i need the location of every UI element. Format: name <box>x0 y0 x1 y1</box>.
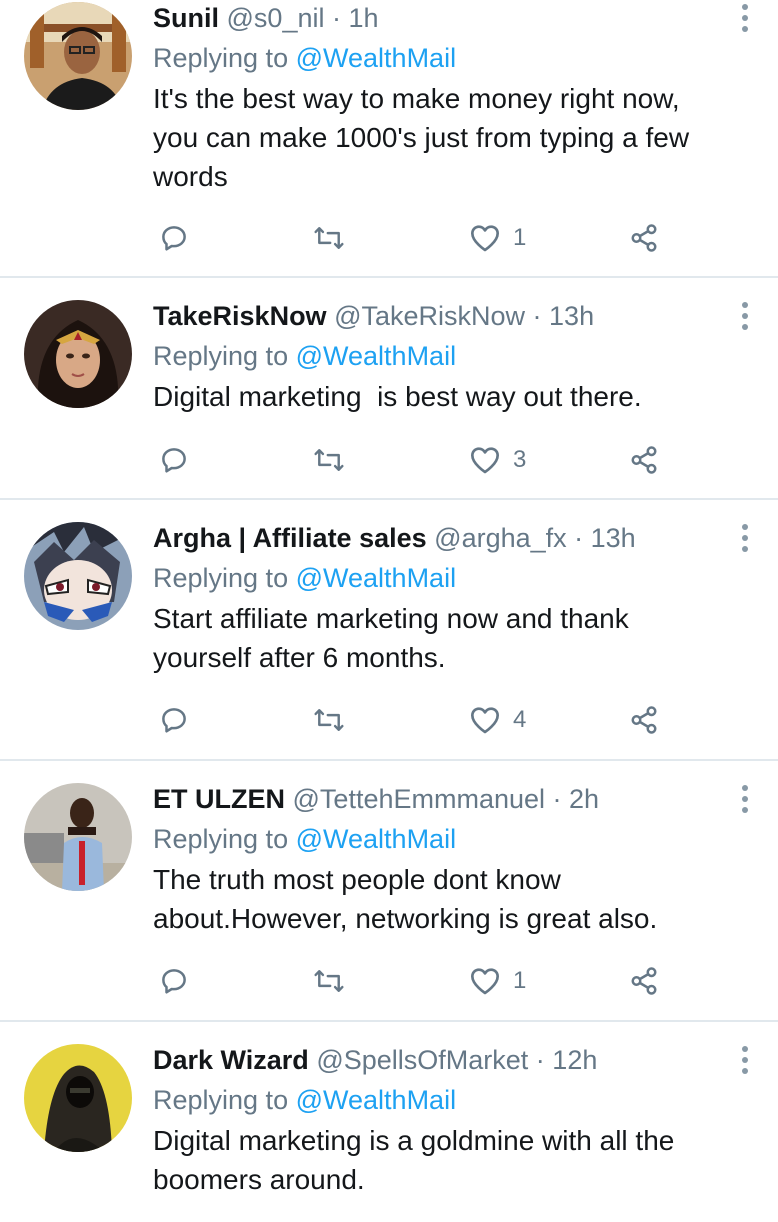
reply-icon <box>162 969 186 994</box>
like-button[interactable]: 1 <box>469 218 526 258</box>
tweet-card[interactable]: ET ULZEN @TettehEmmmanuel · 2h Replying … <box>0 761 778 1022</box>
reply-button[interactable] <box>159 700 189 740</box>
replying-to: Replying to @WealthMail <box>153 824 457 854</box>
avatar[interactable] <box>24 300 132 408</box>
reply-button[interactable] <box>159 440 189 480</box>
tweet-card[interactable]: Argha | Affiliate sales @argha_fx · 13h … <box>0 500 778 761</box>
mention-link[interactable]: @WealthMail <box>296 341 456 371</box>
timestamp[interactable]: 2h <box>569 784 599 814</box>
more-vertical-icon[interactable] <box>740 4 750 34</box>
like-button[interactable]: 4 <box>469 700 526 740</box>
retweet-icon <box>314 970 344 992</box>
reply-feed: Sunil @s0_nil · 1h Replying to @WealthMa… <box>0 0 778 1200</box>
share-icon <box>631 967 657 995</box>
replying-to: Replying to @WealthMail <box>153 341 457 371</box>
retweet-icon <box>314 227 344 249</box>
avatar[interactable] <box>24 1044 132 1152</box>
avatar[interactable] <box>24 522 132 630</box>
retweet-button[interactable] <box>312 700 346 740</box>
avatar-photo-icon <box>24 300 132 408</box>
display-name[interactable]: TakeRiskNow <box>153 301 327 331</box>
action-bar: 4 <box>153 700 713 740</box>
avatar-photo-icon <box>24 522 132 630</box>
like-count: 4 <box>513 706 527 733</box>
reply-icon <box>162 226 186 251</box>
tweet-header: ET ULZEN @TettehEmmmanuel · 2h <box>153 784 600 814</box>
tweet-header: TakeRiskNow @TakeRiskNow · 13h <box>153 301 595 331</box>
reply-icon <box>162 448 186 473</box>
mention-link[interactable]: @WealthMail <box>296 43 456 73</box>
tweet-text: Digital marketing is a goldmine with all… <box>153 1125 675 1195</box>
share-icon <box>631 706 657 734</box>
share-button[interactable] <box>628 700 660 740</box>
replying-to: Replying to @WealthMail <box>153 1085 457 1115</box>
action-bar: 1 <box>153 218 713 258</box>
replying-to: Replying to @WealthMail <box>153 563 457 593</box>
mention-link[interactable]: @WealthMail <box>296 824 456 854</box>
avatar[interactable] <box>24 2 132 110</box>
display-name[interactable]: ET ULZEN <box>153 784 285 814</box>
heart-icon <box>471 225 499 252</box>
handle[interactable]: @SpellsOfMarket <box>316 1045 528 1075</box>
share-button[interactable] <box>628 961 660 1001</box>
reply-button[interactable] <box>159 218 189 258</box>
action-bar: 1 <box>153 961 713 1001</box>
retweet-icon <box>314 709 344 731</box>
like-button[interactable]: 3 <box>469 440 526 480</box>
more-vertical-icon[interactable] <box>740 302 750 332</box>
more-vertical-icon[interactable] <box>740 524 750 554</box>
heart-icon <box>471 447 499 474</box>
tweet-text: It's the best way to make money right no… <box>153 83 690 192</box>
tweet-text: Digital marketing is best way out there. <box>153 381 642 412</box>
like-count: 1 <box>513 224 527 251</box>
tweet-header: Argha | Affiliate sales @argha_fx · 13h <box>153 523 636 553</box>
retweet-button[interactable] <box>312 218 346 258</box>
mention-link[interactable]: @WealthMail <box>296 563 456 593</box>
heart-icon <box>471 968 499 995</box>
share-icon <box>631 224 657 252</box>
retweet-button[interactable] <box>312 440 346 480</box>
handle[interactable]: @TakeRiskNow <box>334 301 525 331</box>
avatar-photo-icon <box>24 1044 132 1152</box>
tweet-card[interactable]: Dark Wizard @SpellsOfMarket · 12h Replyi… <box>0 1022 778 1222</box>
handle[interactable]: @s0_nil <box>227 3 325 33</box>
action-bar: 3 <box>153 440 713 480</box>
tweet-text: The truth most people dont know about.Ho… <box>153 864 658 934</box>
retweet-icon <box>314 449 344 471</box>
tweet-header: Sunil @s0_nil · 1h <box>153 3 379 33</box>
mention-link[interactable]: @WealthMail <box>296 1085 456 1115</box>
tweet-header: Dark Wizard @SpellsOfMarket · 12h <box>153 1045 598 1075</box>
like-count: 3 <box>513 446 527 473</box>
tweet-card[interactable]: TakeRiskNow @TakeRiskNow · 13h Replying … <box>0 278 778 500</box>
tweet-text: Start affiliate marketing now and thank … <box>153 603 629 673</box>
avatar-photo-icon <box>24 2 132 110</box>
timestamp[interactable]: 12h <box>552 1045 597 1075</box>
reply-icon <box>162 708 186 733</box>
display-name[interactable]: Dark Wizard <box>153 1045 309 1075</box>
more-vertical-icon[interactable] <box>740 785 750 815</box>
tweet-card[interactable]: Sunil @s0_nil · 1h Replying to @WealthMa… <box>0 0 778 278</box>
retweet-button[interactable] <box>312 961 346 1001</box>
display-name[interactable]: Sunil <box>153 3 219 33</box>
heart-icon <box>471 707 499 734</box>
timestamp[interactable]: 13h <box>549 301 594 331</box>
avatar[interactable] <box>24 783 132 891</box>
share-icon <box>631 446 657 474</box>
share-button[interactable] <box>628 218 660 258</box>
handle[interactable]: @argha_fx <box>434 523 566 553</box>
share-button[interactable] <box>628 440 660 480</box>
handle[interactable]: @TettehEmmmanuel <box>293 784 546 814</box>
more-vertical-icon[interactable] <box>740 1046 750 1076</box>
display-name[interactable]: Argha | Affiliate sales <box>153 523 427 553</box>
avatar-photo-icon <box>24 783 132 891</box>
like-count: 1 <box>513 967 527 994</box>
like-button[interactable]: 1 <box>469 961 526 1001</box>
reply-button[interactable] <box>159 961 189 1001</box>
replying-to: Replying to @WealthMail <box>153 43 457 73</box>
timestamp[interactable]: 1h <box>348 3 378 33</box>
timestamp[interactable]: 13h <box>591 523 636 553</box>
